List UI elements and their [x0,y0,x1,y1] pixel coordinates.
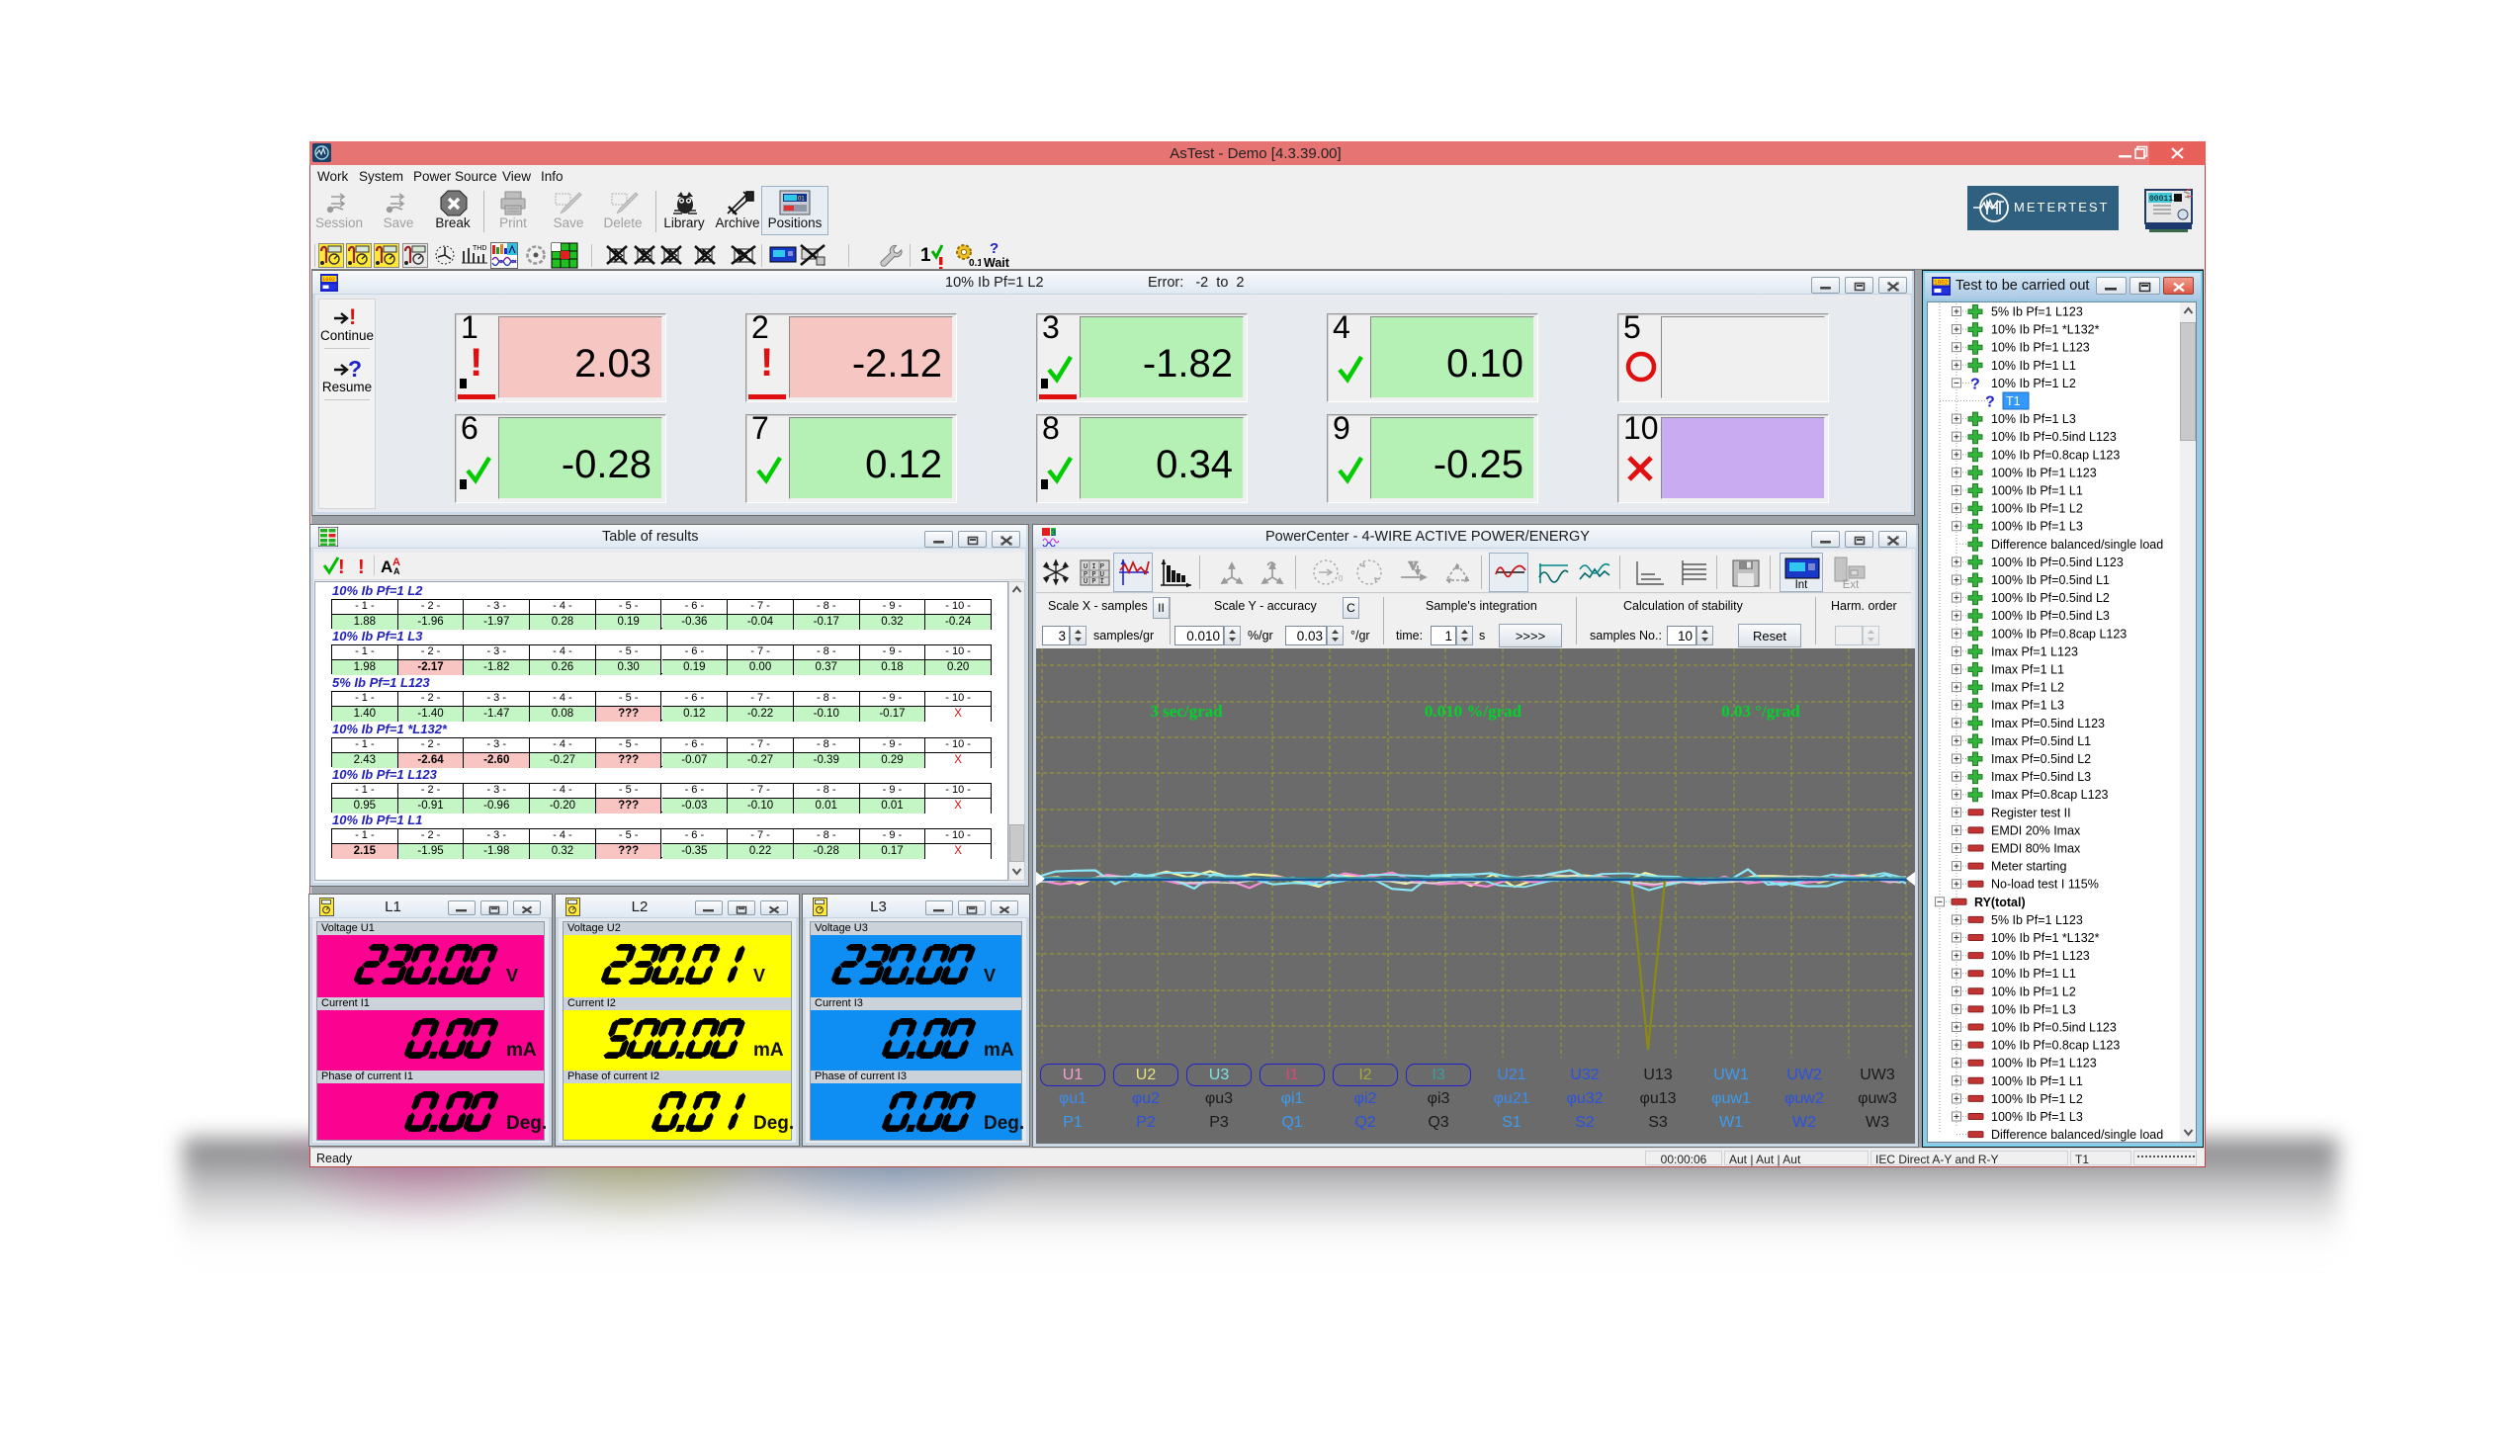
svg-text:100% Ib Pf=0.8cap L123: 100% Ib Pf=0.8cap L123 [1991,627,2127,641]
svg-text:A: A [393,566,400,576]
svg-text:100% Ib Pf=1 L2: 100% Ib Pf=1 L2 [1991,1092,2083,1106]
svg-text:10% Ib Pf=1 *L132*: 10% Ib Pf=1 *L132* [1991,931,2100,945]
svg-text:0.1: 0.1 [969,258,981,269]
svg-text:Difference balanced/single loa: Difference balanced/single load [1991,1128,2163,1142]
svg-text:10% Ib Pf=0.8cap L123: 10% Ib Pf=0.8cap L123 [1991,1039,2120,1053]
svg-text:!: ! [338,557,345,577]
svg-text:Imax Pf=0.5ind L1: Imax Pf=0.5ind L1 [1991,734,2091,748]
svg-text:5% Ib Pf=1 L123: 5% Ib Pf=1 L123 [1991,305,2083,319]
svg-text:Imax Pf=0.8cap L123: Imax Pf=0.8cap L123 [1991,788,2109,802]
svg-text:10% Ib Pf=1 L3: 10% Ib Pf=1 L3 [1991,412,2076,426]
svg-text:THD: THD [473,245,486,252]
svg-text:No-load test I 115%: No-load test I 115% [1991,878,2099,892]
svg-text:10% Ib Pf=1 L3: 10% Ib Pf=1 L3 [1991,1002,2076,1016]
svg-text:?: ? [990,240,999,257]
svg-text:10% Ib Pf=0.5ind L123: 10% Ib Pf=0.5ind L123 [1991,1021,2117,1035]
svg-text:Imax Pf=0.5ind L3: Imax Pf=0.5ind L3 [1991,770,2091,784]
svg-text:?: ? [348,356,362,382]
svg-text:Imax Pf=0.5ind L123: Imax Pf=0.5ind L123 [1991,717,2105,730]
svg-text:100% Ib Pf=0.5ind L3: 100% Ib Pf=0.5ind L3 [1991,609,2110,623]
svg-text:Imax Pf=0.5ind L2: Imax Pf=0.5ind L2 [1991,752,2091,766]
svg-text:1: 1 [920,245,931,266]
svg-text:METERTEST: METERTEST [2014,200,2110,214]
svg-text:10% Ib Pf=1 L2: 10% Ib Pf=1 L2 [1991,985,2076,998]
svg-text:100% Ib Pf=1 L2: 100% Ib Pf=1 L2 [1991,502,2083,516]
svg-text:RY(total): RY(total) [1974,896,2026,909]
svg-text:Wait: Wait [984,256,1010,270]
svg-text:10% Ib Pf=1 L123: 10% Ib Pf=1 L123 [1991,949,2090,963]
svg-text:100% Ib Pf=0.5ind L2: 100% Ib Pf=0.5ind L2 [1991,591,2110,605]
svg-text:!: ! [349,304,356,329]
svg-text:10% Ib Pf=0.5ind L123: 10% Ib Pf=0.5ind L123 [1991,430,2117,444]
svg-text:10% Ib Pf=1 L1: 10% Ib Pf=1 L1 [1991,967,2076,981]
svg-text:Imax Pf=1 L1: Imax Pf=1 L1 [1991,663,2064,677]
svg-text:10% Ib Pf=0.8cap L123: 10% Ib Pf=0.8cap L123 [1991,448,2120,462]
svg-text:100% Ib Pf=1 L123: 100% Ib Pf=1 L123 [1991,1057,2097,1071]
svg-text:0: 0 [1339,574,1344,583]
svg-text:10% Ib Pf=1 L1: 10% Ib Pf=1 L1 [1991,359,2076,373]
svg-text:EMDI 80% Imax: EMDI 80% Imax [1991,842,2081,856]
svg-text:0.03 °/grad: 0.03 °/grad [1721,702,1800,721]
svg-text:?: ? [1985,394,1995,411]
svg-text:10% Ib Pf=1 L123: 10% Ib Pf=1 L123 [1991,341,2090,355]
svg-text:000112: 000112 [2149,195,2178,204]
svg-text:1002: 1002 [1934,280,1949,287]
svg-text:100% Ib Pf=1 L3: 100% Ib Pf=1 L3 [1991,520,2083,534]
svg-text:U P I: U P I [1084,578,1104,586]
svg-text:EMDI 20% Imax: EMDI 20% Imax [1991,823,2081,837]
svg-text:Imax Pf=1 L3: Imax Pf=1 L3 [1991,699,2064,713]
svg-text:100% Ib Pf=1 L123: 100% Ib Pf=1 L123 [1991,466,2097,479]
svg-text:3: 3 [1051,528,1056,538]
svg-text:5% Ib Pf=1 L123: 5% Ib Pf=1 L123 [1991,913,2083,927]
svg-text:10% Ib Pf=1 *L132*: 10% Ib Pf=1 *L132* [1991,323,2100,337]
svg-text:Imax Pf=1 L2: Imax Pf=1 L2 [1991,681,2064,695]
svg-text:10% Ib Pf=1 L2: 10% Ib Pf=1 L2 [1991,377,2076,390]
svg-text:Imax Pf=1 L123: Imax Pf=1 L123 [1991,644,2078,658]
svg-text:100% Ib Pf=1 L3: 100% Ib Pf=1 L3 [1991,1110,2083,1124]
svg-text:T1: T1 [2006,394,2021,408]
svg-text:100% Ib Pf=0.5ind L123: 100% Ib Pf=0.5ind L123 [1991,556,2124,569]
svg-text:A: A [381,557,392,576]
svg-text:100% Ib Pf=0.5ind L1: 100% Ib Pf=0.5ind L1 [1991,573,2110,587]
svg-text:1002: 1002 [322,276,335,283]
svg-text:100% Ib Pf=1 L1: 100% Ib Pf=1 L1 [1991,1074,2083,1088]
svg-text:01: 01 [798,197,805,203]
svg-text:Register test II: Register test II [1991,806,2071,819]
svg-text:?: ? [1970,376,1980,392]
svg-text:100% Ib Pf=1 L1: 100% Ib Pf=1 L1 [1991,484,2083,498]
svg-text:3 sec/grad: 3 sec/grad [1150,702,1223,721]
svg-text:Difference balanced/single loa: Difference balanced/single load [1991,538,2163,552]
svg-text:!: ! [358,557,365,577]
svg-text:0.010 %/grad: 0.010 %/grad [1425,702,1522,721]
svg-text:Meter starting: Meter starting [1991,860,2066,874]
